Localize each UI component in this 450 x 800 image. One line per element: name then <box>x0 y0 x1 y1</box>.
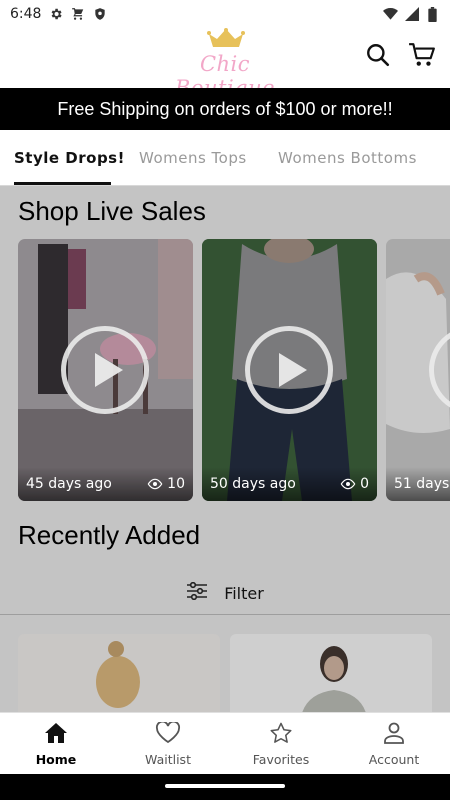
views-count: 10 <box>147 476 185 492</box>
nav-label: Waitlist <box>145 751 191 767</box>
nav-label: Account <box>368 751 420 767</box>
video-views: 10 <box>167 476 185 492</box>
product-card[interactable] <box>230 634 432 712</box>
nav-favorites[interactable]: Favorites <box>225 713 337 775</box>
category-tabs: Style Drops! Womens Tops Womens Bottoms <box>0 130 450 186</box>
cart-button[interactable] <box>407 42 437 72</box>
nav-account[interactable]: Account <box>338 713 450 775</box>
live-sale-card[interactable]: 50 days ago 0 <box>202 239 377 501</box>
filter-button[interactable]: Filter <box>0 571 450 615</box>
play-icon <box>279 353 307 387</box>
star-icon <box>269 722 293 748</box>
crown-icon <box>207 28 245 52</box>
video-age: 50 days ago <box>210 476 296 492</box>
cart-icon <box>408 42 436 72</box>
status-bar: 6:48 <box>0 0 450 28</box>
status-time: 6:48 <box>10 6 42 22</box>
heart-icon <box>155 720 181 748</box>
views-count: 0 <box>340 476 369 492</box>
signal-icon <box>404 7 419 22</box>
live-sale-card[interactable]: 45 days ago 10 <box>18 239 193 501</box>
divider <box>0 614 450 615</box>
play-button[interactable] <box>61 326 149 414</box>
wifi-icon <box>383 7 398 22</box>
home-gesture-handle[interactable] <box>165 784 285 788</box>
main-content: Shop Live Sales 45 days ago 10 50 days a… <box>0 186 450 712</box>
cart-icon <box>70 7 85 22</box>
search-button[interactable] <box>363 42 393 72</box>
card-meta: 50 days ago 0 <box>202 467 377 501</box>
active-tab-indicator <box>14 182 111 185</box>
eye-icon <box>147 478 163 490</box>
video-age: 45 days ago <box>26 476 112 492</box>
search-icon <box>365 42 391 72</box>
filter-icon <box>186 581 208 604</box>
product-image <box>230 634 432 712</box>
eye-icon <box>340 478 356 490</box>
promo-text: Free Shipping on orders of $100 or more!… <box>57 98 393 119</box>
nav-home[interactable]: Home <box>0 713 112 775</box>
product-card[interactable] <box>18 634 220 712</box>
nav-label: Favorites <box>252 751 310 767</box>
shield-icon <box>92 7 107 22</box>
account-icon <box>383 722 405 748</box>
video-views: 0 <box>360 476 369 492</box>
nav-waitlist[interactable]: Waitlist <box>112 713 224 775</box>
recently-added-title: Recently Added <box>18 520 201 550</box>
live-sales-title: Shop Live Sales <box>18 196 206 226</box>
play-button[interactable] <box>245 326 333 414</box>
logo[interactable]: Chic Boutique <box>160 28 290 100</box>
tab-womens-bottoms[interactable]: Womens Bottoms <box>278 130 417 185</box>
bottom-nav: Home Waitlist Favorites Account <box>0 712 450 774</box>
promo-banner[interactable]: Free Shipping on orders of $100 or more!… <box>0 88 450 130</box>
product-image <box>18 634 220 712</box>
live-sale-card[interactable]: 51 days <box>386 239 450 501</box>
card-meta: 45 days ago 10 <box>18 467 193 501</box>
nav-label: Home <box>35 751 77 767</box>
app-header: Chic Boutique <box>0 28 450 100</box>
tab-style-drops[interactable]: Style Drops! <box>14 130 125 185</box>
filter-label: Filter <box>224 583 264 603</box>
gear-icon <box>48 7 63 22</box>
tab-womens-tops[interactable]: Womens Tops <box>139 130 247 185</box>
video-age: 51 days <box>394 476 450 492</box>
play-icon <box>95 353 123 387</box>
home-icon <box>44 722 68 748</box>
gesture-bar <box>0 774 450 800</box>
battery-icon <box>425 6 440 22</box>
card-meta: 51 days <box>386 467 450 501</box>
